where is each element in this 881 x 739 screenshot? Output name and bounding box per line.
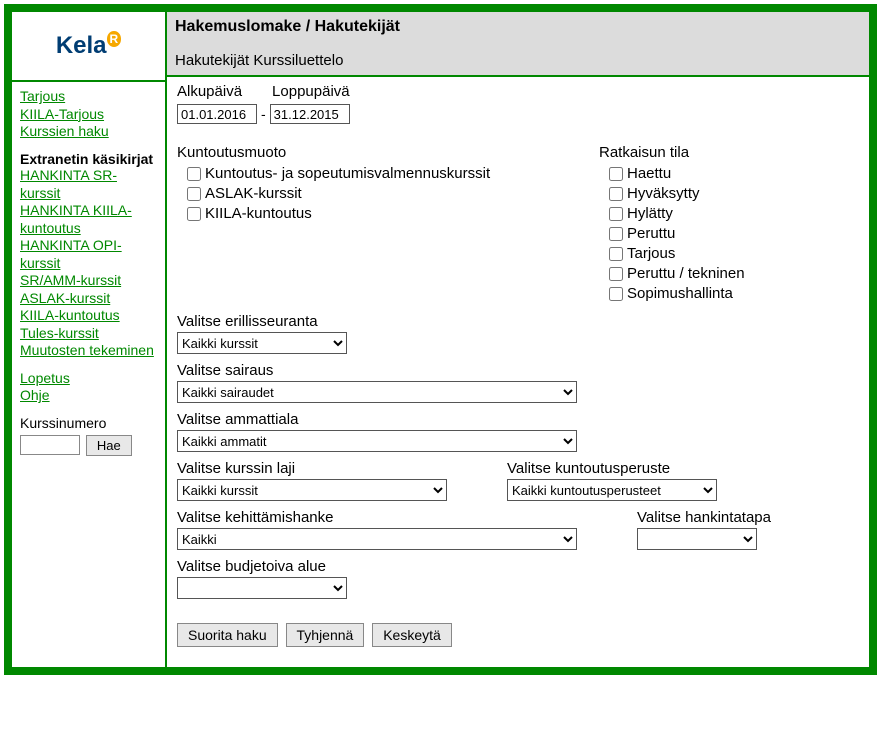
ammattiala-select[interactable]: Kaikki ammatit: [177, 430, 577, 452]
alkupaiva-input[interactable]: [177, 104, 257, 124]
date-dash: -: [261, 106, 266, 122]
chk-sopimushallinta[interactable]: [609, 287, 623, 301]
chk-kuntoutus-sopeutumis[interactable]: [187, 167, 201, 181]
alkupaiva-label: Alkupäivä: [177, 83, 242, 100]
budjetoiva-alue-label: Valitse budjetoiva alue: [177, 558, 859, 575]
nav-hankinta-sr[interactable]: HANKINTA SR-kurssit: [20, 167, 157, 202]
sairaus-label: Valitse sairaus: [177, 362, 859, 379]
nav-ohje[interactable]: Ohje: [20, 387, 157, 405]
loppupaiva-label: Loppupäivä: [272, 83, 350, 100]
kuntoutusmuoto-label: Kuntoutusmuoto: [177, 144, 559, 161]
header-band: Hakemuslomake / Hakutekijät Hakutekijät …: [167, 12, 869, 77]
chk-peruttu-tekninen[interactable]: [609, 267, 623, 281]
nav-muutosten[interactable]: Muutosten tekeminen: [20, 342, 157, 360]
kehittamishanke-label: Valitse kehittämishanke: [177, 509, 577, 526]
outer-frame: KelaR Tarjous KIILA-Tarjous Kurssien hak…: [4, 4, 877, 675]
kurssin-laji-select[interactable]: Kaikki kurssit: [177, 479, 447, 501]
chk-hylatty[interactable]: [609, 207, 623, 221]
kuntoutusperuste-label: Valitse kuntoutusperuste: [507, 460, 717, 477]
chk-kiila[interactable]: [187, 207, 201, 221]
layout: KelaR Tarjous KIILA-Tarjous Kurssien hak…: [10, 10, 871, 669]
chk-haettu-label: Haettu: [627, 165, 671, 182]
content: Alkupäivä Loppupäivä - Kuntoutusmuoto Ku…: [167, 77, 869, 667]
chk-hylatty-label: Hylätty: [627, 205, 673, 222]
chk-kuntoutus-sopeutumis-label: Kuntoutus- ja sopeutumisvalmennuskurssit: [205, 165, 490, 182]
logo-text: KelaR: [56, 32, 121, 59]
chk-kiila-label: KIILA-kuntoutus: [205, 205, 312, 222]
chk-haettu[interactable]: [609, 167, 623, 181]
chk-tarjous-label: Tarjous: [627, 245, 675, 262]
ammattiala-label: Valitse ammattiala: [177, 411, 859, 428]
hankintatapa-label: Valitse hankintatapa: [637, 509, 771, 526]
sidebar: KelaR Tarjous KIILA-Tarjous Kurssien hak…: [12, 12, 167, 667]
nav-hankinta-kiila[interactable]: HANKINTA KIILA-kuntoutus: [20, 202, 157, 237]
nav-kiila-tarjous[interactable]: KIILA-Tarjous: [20, 106, 157, 124]
hae-button[interactable]: Hae: [86, 435, 132, 456]
sairaus-select[interactable]: Kaikki sairaudet: [177, 381, 577, 403]
nav-kiila-kuntoutus[interactable]: KIILA-kuntoutus: [20, 307, 157, 325]
loppupaiva-input[interactable]: [270, 104, 350, 124]
hankintatapa-select[interactable]: [637, 528, 757, 550]
nav-sr-amm[interactable]: SR/AMM-kurssit: [20, 272, 157, 290]
nav-lopetus[interactable]: Lopetus: [20, 370, 157, 388]
page-subtitle: Hakutekijät Kurssiluettelo: [175, 52, 861, 69]
kurssinumero-label: Kurssinumero: [20, 415, 157, 431]
nav-aslak[interactable]: ASLAK-kurssit: [20, 290, 157, 308]
chk-peruttu-tekninen-label: Peruttu / tekninen: [627, 265, 745, 282]
chk-sopimushallinta-label: Sopimushallinta: [627, 285, 733, 302]
erillisseuranta-label: Valitse erillisseuranta: [177, 313, 859, 330]
kuntoutusperuste-select[interactable]: Kaikki kuntoutusperusteet: [507, 479, 717, 501]
nav-list: Tarjous KIILA-Tarjous Kurssien haku Extr…: [12, 82, 165, 462]
nav-tarjous[interactable]: Tarjous: [20, 88, 157, 106]
page-title: Hakemuslomake / Hakutekijät: [175, 18, 861, 36]
ratkaisun-tila-label: Ratkaisun tila: [599, 144, 859, 161]
chk-aslak[interactable]: [187, 187, 201, 201]
budjetoiva-alue-select[interactable]: [177, 577, 347, 599]
kurssin-laji-label: Valitse kurssin laji: [177, 460, 447, 477]
kurssinumero-input[interactable]: [20, 435, 80, 455]
nav-hankinta-opi[interactable]: HANKINTA OPI-kurssit: [20, 237, 157, 272]
nav-kurssien-haku[interactable]: Kurssien haku: [20, 123, 157, 141]
suorita-haku-button[interactable]: Suorita haku: [177, 623, 278, 647]
kehittamishanke-select[interactable]: Kaikki: [177, 528, 577, 550]
logo-badge: R: [107, 31, 122, 47]
keskeyta-button[interactable]: Keskeytä: [372, 623, 452, 647]
logo-box: KelaR: [12, 12, 165, 82]
nav-tules[interactable]: Tules-kurssit: [20, 325, 157, 343]
chk-aslak-label: ASLAK-kurssit: [205, 185, 302, 202]
chk-hyvaksytty-label: Hyväksytty: [627, 185, 700, 202]
main: Hakemuslomake / Hakutekijät Hakutekijät …: [167, 12, 869, 667]
chk-peruttu[interactable]: [609, 227, 623, 241]
chk-hyvaksytty[interactable]: [609, 187, 623, 201]
nav-heading-extranet: Extranetin käsikirjat: [20, 151, 157, 168]
tyhjenna-button[interactable]: Tyhjennä: [286, 623, 365, 647]
chk-peruttu-label: Peruttu: [627, 225, 675, 242]
chk-tarjous[interactable]: [609, 247, 623, 261]
erillisseuranta-select[interactable]: Kaikki kurssit: [177, 332, 347, 354]
